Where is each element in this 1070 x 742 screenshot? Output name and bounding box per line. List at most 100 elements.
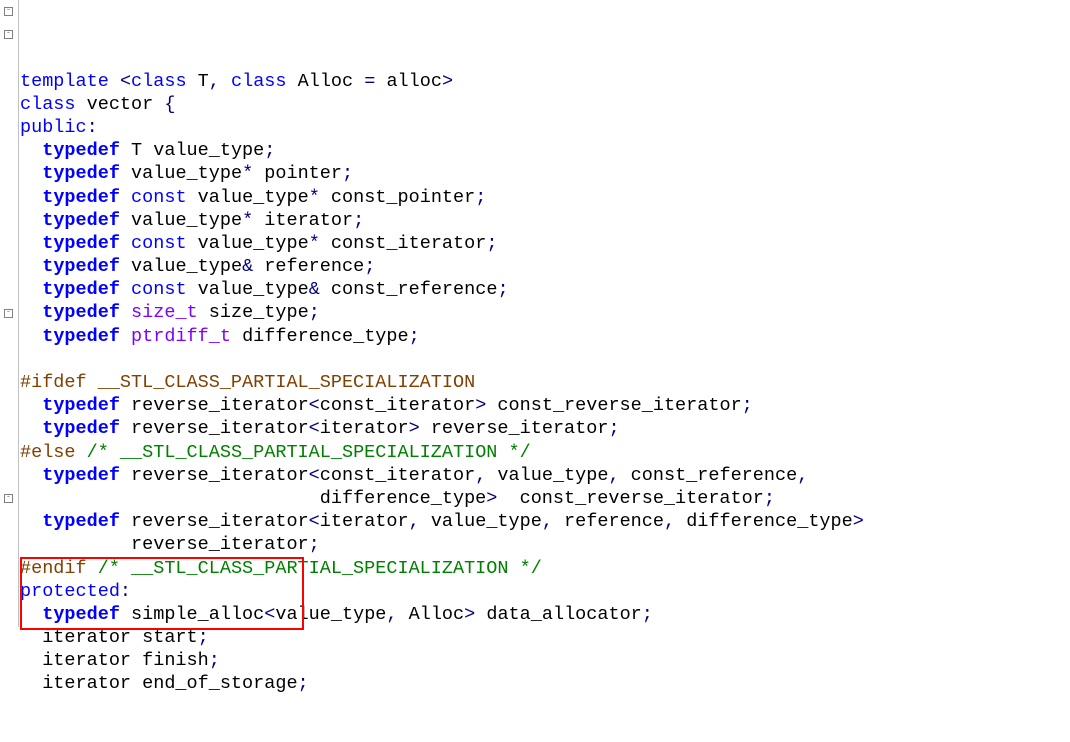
code-token: reverse_iterator	[120, 418, 309, 439]
code-token: ;	[264, 140, 275, 161]
code-token: typedef	[42, 604, 120, 625]
code-token: typedef	[42, 395, 120, 416]
code-line[interactable]: typedef value_type* pointer;	[20, 162, 1070, 185]
code-token: iterator	[320, 511, 409, 532]
code-token: /* __STL_CLASS_PARTIAL_SPECIALIZATION */	[98, 558, 542, 579]
code-token: <	[309, 418, 320, 439]
code-line[interactable]: #else /* __STL_CLASS_PARTIAL_SPECIALIZAT…	[20, 441, 1070, 464]
code-token: ,	[209, 71, 220, 92]
code-token	[20, 279, 42, 300]
code-line[interactable]: typedef value_type* iterator;	[20, 209, 1070, 232]
fold-toggle[interactable]	[4, 494, 13, 503]
code-token: ;	[642, 604, 653, 625]
code-token	[20, 302, 42, 323]
code-token: >	[442, 71, 453, 92]
code-token: const_reference	[620, 465, 798, 486]
fold-toggle[interactable]	[4, 309, 13, 318]
code-token	[20, 395, 42, 416]
code-token: class	[20, 94, 76, 115]
code-line[interactable]: iterator end_of_storage;	[20, 672, 1070, 695]
code-line[interactable]: typedef reverse_iterator<iterator, value…	[20, 510, 1070, 533]
code-token: <	[309, 465, 320, 486]
code-token: :	[87, 117, 98, 138]
code-token: ptrdiff_t	[131, 326, 231, 347]
code-token: *	[309, 187, 320, 208]
code-token: value_type	[120, 256, 242, 277]
code-token	[320, 534, 331, 555]
code-token	[20, 256, 42, 277]
code-line[interactable]: iterator start;	[20, 626, 1070, 649]
code-token: *	[242, 163, 253, 184]
code-token: value_type	[486, 465, 608, 486]
code-token: typedef	[42, 326, 120, 347]
code-line[interactable]: typedef size_t size_type;	[20, 301, 1070, 324]
code-token: ,	[475, 465, 486, 486]
code-token: ,	[542, 511, 553, 532]
code-token: ;	[309, 302, 320, 323]
code-line[interactable]: typedef ptrdiff_t difference_type;	[20, 325, 1070, 348]
code-line[interactable]: iterator finish;	[20, 649, 1070, 672]
code-token: typedef	[42, 187, 120, 208]
code-token: iterator	[320, 418, 409, 439]
code-token	[20, 140, 42, 161]
code-line[interactable]: template <class T, class Alloc = alloc>	[20, 70, 1070, 93]
code-token: ;	[764, 488, 775, 509]
code-area[interactable]: template <class T, class Alloc = alloc>c…	[20, 70, 1070, 696]
code-token: value_type	[187, 279, 309, 300]
code-line[interactable]: typedef reverse_iterator<iterator> rever…	[20, 417, 1070, 440]
code-token	[120, 326, 131, 347]
code-token: simple_alloc	[120, 604, 264, 625]
code-token: const	[131, 187, 187, 208]
code-token: const	[131, 279, 187, 300]
code-token: /* __STL_CLASS_PARTIAL_SPECIALIZATION */	[87, 442, 531, 463]
code-token: T	[187, 71, 209, 92]
code-token: T value_type	[120, 140, 264, 161]
code-line[interactable]	[20, 348, 1070, 371]
code-token: size_t	[131, 302, 198, 323]
code-token: #else	[20, 442, 87, 463]
code-line[interactable]: public:	[20, 116, 1070, 139]
code-token: ;	[742, 395, 753, 416]
code-line[interactable]: class vector {	[20, 93, 1070, 116]
code-token: class	[131, 71, 187, 92]
code-token: typedef	[42, 233, 120, 254]
code-token: iterator	[253, 210, 353, 231]
code-token	[20, 210, 42, 231]
code-line[interactable]: typedef value_type& reference;	[20, 255, 1070, 278]
code-line[interactable]: reverse_iterator;	[20, 533, 1070, 556]
code-token	[20, 187, 42, 208]
code-line[interactable]: typedef T value_type;	[20, 139, 1070, 162]
code-line[interactable]: typedef simple_alloc<value_type, Alloc> …	[20, 603, 1070, 626]
code-token: alloc	[375, 71, 442, 92]
code-token	[120, 302, 131, 323]
code-line[interactable]: typedef reverse_iterator<const_iterator,…	[20, 464, 1070, 487]
code-token: const_iterator	[320, 465, 475, 486]
code-line[interactable]: #endif /* __STL_CLASS_PARTIAL_SPECIALIZA…	[20, 557, 1070, 580]
code-token	[20, 233, 42, 254]
fold-toggle[interactable]	[4, 7, 13, 16]
code-token	[220, 71, 231, 92]
code-editor[interactable]: template <class T, class Alloc = alloc>c…	[0, 0, 1070, 627]
code-token: ,	[409, 511, 420, 532]
code-token: >	[475, 395, 486, 416]
code-line[interactable]: typedef const value_type* const_pointer;	[20, 186, 1070, 209]
code-token: #endif	[20, 558, 98, 579]
code-line[interactable]: #ifdef __STL_CLASS_PARTIAL_SPECIALIZATIO…	[20, 371, 1070, 394]
code-token: const_iterator	[320, 395, 475, 416]
code-token: reverse_iterator	[120, 465, 309, 486]
code-line[interactable]: typedef reverse_iterator<const_iterator>…	[20, 394, 1070, 417]
code-line[interactable]: typedef const value_type* const_iterator…	[20, 232, 1070, 255]
code-token: ;	[475, 187, 486, 208]
code-token: ;	[209, 650, 220, 671]
fold-toggle[interactable]	[4, 30, 13, 39]
code-token: ;	[608, 418, 619, 439]
code-token: =	[364, 71, 375, 92]
code-token: typedef	[42, 140, 120, 161]
code-line[interactable]: difference_type> const_reverse_iterator;	[20, 487, 1070, 510]
code-token: reference	[253, 256, 364, 277]
code-token: const	[131, 233, 187, 254]
code-line[interactable]: protected:	[20, 580, 1070, 603]
code-token	[109, 71, 120, 92]
code-line[interactable]: typedef const value_type& const_referenc…	[20, 278, 1070, 301]
code-token	[20, 326, 42, 347]
